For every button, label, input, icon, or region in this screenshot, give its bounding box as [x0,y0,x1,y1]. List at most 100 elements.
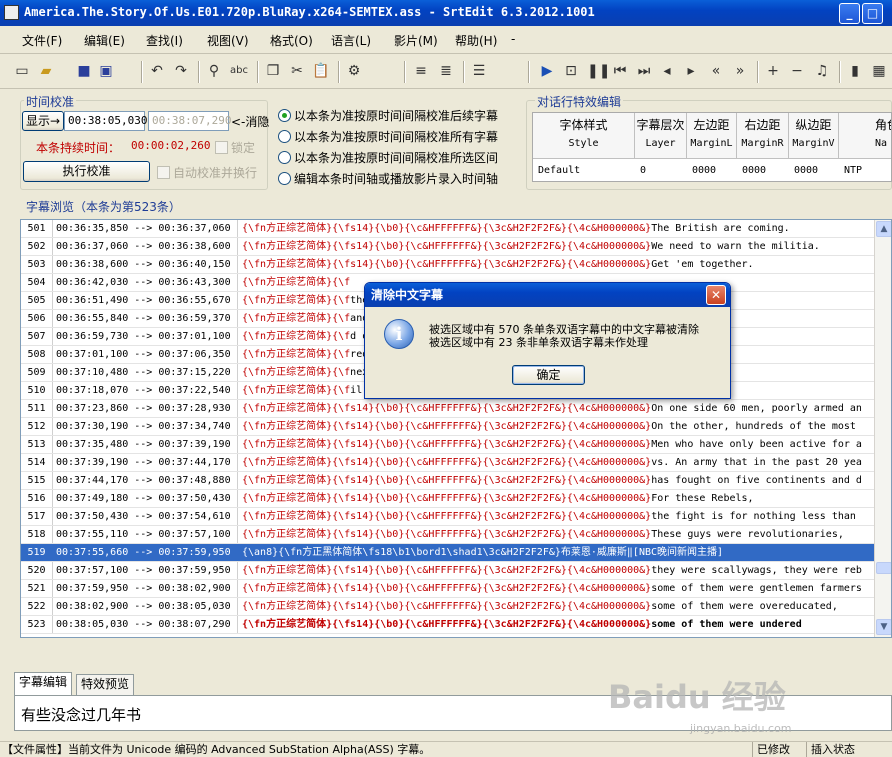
save-as-icon[interactable]: ▣ [97,62,115,80]
vertical-scrollbar[interactable]: ▲ ▼ [874,220,891,637]
radio-option-1[interactable] [278,109,291,122]
scroll-down-button[interactable]: ▼ [876,619,891,635]
subtitle-row[interactable]: 520 00:37:57,100 --> 00:37:59,950 {\fn方正综艺… [21,562,874,580]
radio-option-4[interactable] [278,172,291,185]
radio-option-4-label[interactable]: 编辑本条时间轴或播放影片录入时间轴 [294,170,498,187]
margin-r-cell[interactable]: 0000 [737,161,789,181]
row-text: some of them were undered [651,619,802,630]
radio-option-3-label[interactable]: 以本条为准按原时间间隔校准所选区间 [294,149,498,166]
row-number: 505 [21,292,53,309]
menu-edit[interactable]: 编辑(E) [84,32,125,49]
subtitle-row[interactable]: 503 00:36:38,600 --> 00:36:40,150 {\fn方正综艺… [21,256,874,274]
next-icon[interactable]: ⏭ [635,62,653,80]
subtitle-row[interactable]: 517 00:37:50,430 --> 00:37:54,610 {\fn方正综艺… [21,508,874,526]
menu-find[interactable]: 查找(I) [146,32,183,49]
radio-option-2-label[interactable]: 以本条为准按原时间间隔校准所有字幕 [294,128,498,145]
dialog-close-button[interactable]: ✕ [706,285,726,305]
row-content: {\fn方正综艺简体}{\fs14}{\b0}{\c&HFFFFFF&}{\3c… [238,508,874,525]
row-number: 523 [21,616,53,633]
align-left-icon[interactable]: ≡ [412,62,430,80]
zoom-in-icon[interactable]: + [764,62,782,80]
open-file-icon[interactable]: ▰ [37,62,55,80]
subtitle-row[interactable]: 523 00:38:05,030 --> 00:38:07,290 {\fn方正综艺… [21,616,874,634]
subtitle-row[interactable]: 512 00:37:30,190 --> 00:37:34,740 {\fn方正综艺… [21,418,874,436]
scroll-thumb[interactable] [876,562,891,574]
row-style-tags: {\fn方正综艺简体}{\f [242,313,351,324]
film-icon[interactable]: ▮ [846,62,864,80]
subtitle-row[interactable]: 501 00:36:35,850 --> 00:36:37,060 {\fn方正综艺… [21,220,874,238]
subtitle-row[interactable]: 514 00:37:39,190 --> 00:37:44,170 {\fn方正综艺… [21,454,874,472]
menu-bar: 文件(F) 编辑(E) 查找(I) 视图(V) 格式(O) 语言(L) 影片(M… [0,26,892,54]
app-icon[interactable] [4,5,19,20]
row-style-tags: {\an8}{\fn方正黑体简体\fs18\b1\bord1\shad1\3c&… [242,547,561,558]
menu-view[interactable]: 视图(V) [207,32,249,49]
frame-icon[interactable]: ⊡ [562,62,580,80]
find-icon[interactable]: ⚲ [205,62,223,80]
tab-effect-preview[interactable]: 特效预览 [76,674,135,695]
row-text: has fought on five continents and d [651,475,862,486]
display-time-input[interactable]: 00:38:05,030 [64,111,147,131]
cut-icon[interactable]: ✂ [288,62,306,80]
subtitle-row[interactable]: 513 00:37:35,480 --> 00:37:39,190 {\fn方正综艺… [21,436,874,454]
row-text: We need to warn the militia. [651,241,820,252]
lock-checkbox[interactable] [215,141,228,154]
menu-help[interactable]: 帮助(H) [455,32,497,49]
display-button[interactable]: 显示→ [22,111,64,131]
fast-forward-icon[interactable]: » [731,62,749,80]
dialog-ok-button[interactable]: 确定 [512,365,585,385]
cancel-hide-label[interactable]: <-消隐 [231,113,269,130]
subtitle-row[interactable]: 521 00:37:59,950 --> 00:38:02,900 {\fn方正综艺… [21,580,874,598]
spellcheck-icon[interactable]: abc [230,62,248,80]
subtitle-row[interactable]: 519 00:37:55,660 --> 00:37:59,950 {\an8}{\… [21,544,874,562]
rewind-icon[interactable]: « [707,62,725,80]
target-time-input[interactable]: 00:38:07,290 [148,111,231,131]
auto-calibrate-checkbox[interactable] [157,166,170,179]
list-icon[interactable]: ☰ [470,62,488,80]
style-cell[interactable]: Default [533,161,635,181]
new-file-icon[interactable]: ▭ [13,62,31,80]
music-icon[interactable]: ♫ [813,62,831,80]
prev-icon[interactable]: ⏮ [611,62,629,80]
margin-l-cell[interactable]: 0000 [687,161,737,181]
margin-v-cell[interactable]: 0000 [789,161,839,181]
settings-icon[interactable]: ⚙ [345,62,363,80]
menu-language[interactable]: 语言(L) [331,32,371,49]
align-justify-icon[interactable]: ≣ [437,62,455,80]
zoom-out-icon[interactable]: − [788,62,806,80]
grid-icon[interactable]: ▦ [870,62,888,80]
row-timecode: 00:37:35,480 --> 00:37:39,190 [53,436,238,453]
minimize-button[interactable]: _ [839,3,860,24]
forward-icon[interactable]: ▸ [682,62,700,80]
row-content: {\fn方正综艺简体}{\fs14}{\b0}{\c&HFFFFFF&}{\3c… [238,562,874,579]
radio-option-3[interactable] [278,151,291,164]
play-icon[interactable]: ▶ [538,62,556,80]
row-number: 507 [21,328,53,345]
menu-movie[interactable]: 影片(M) [394,32,438,49]
status-insert-mode: 插入状态 [806,742,892,757]
subtitle-row[interactable]: 502 00:36:37,060 --> 00:36:38,600 {\fn方正综艺… [21,238,874,256]
maximize-button[interactable]: □ [862,3,883,24]
save-icon[interactable]: ■ [75,62,93,80]
subtitle-row[interactable]: 516 00:37:49,180 --> 00:37:50,430 {\fn方正综艺… [21,490,874,508]
execute-calibration-button[interactable]: 执行校准 [23,161,150,182]
pause-icon[interactable]: ❚❚ [587,62,610,80]
name-cell[interactable]: NTP [839,161,891,181]
scroll-up-button[interactable]: ▲ [876,221,891,237]
row-style-tags: {\fn方正综艺简体}{\fs14}{\b0}{\c&HFFFFFF&}{\3c… [242,493,652,504]
undo-icon[interactable]: ↶ [148,62,166,80]
radio-option-1-label[interactable]: 以本条为准按原时间间隔校准后续字幕 [294,107,498,124]
subtitle-row[interactable]: 515 00:37:44,170 --> 00:37:48,880 {\fn方正综艺… [21,472,874,490]
menu-file[interactable]: 文件(F) [22,32,62,49]
paste-icon[interactable]: 📋 [312,62,330,80]
menu-format[interactable]: 格式(O) [270,32,313,49]
copy-icon[interactable]: ❐ [264,62,282,80]
subtitle-row[interactable]: 518 00:37:55,110 --> 00:37:57,100 {\fn方正综艺… [21,526,874,544]
subtitle-row[interactable]: 522 00:38:02,900 --> 00:38:05,030 {\fn方正综艺… [21,598,874,616]
radio-option-2[interactable] [278,130,291,143]
tab-subtitle-edit[interactable]: 字幕编辑 [14,672,73,695]
back-icon[interactable]: ◂ [658,62,676,80]
layer-cell[interactable]: 0 [635,161,687,181]
subtitle-row[interactable]: 511 00:37:23,860 --> 00:37:28,930 {\fn方正综艺… [21,400,874,418]
duration-value: 00:00:02,260 [131,139,211,152]
redo-icon[interactable]: ↷ [172,62,190,80]
